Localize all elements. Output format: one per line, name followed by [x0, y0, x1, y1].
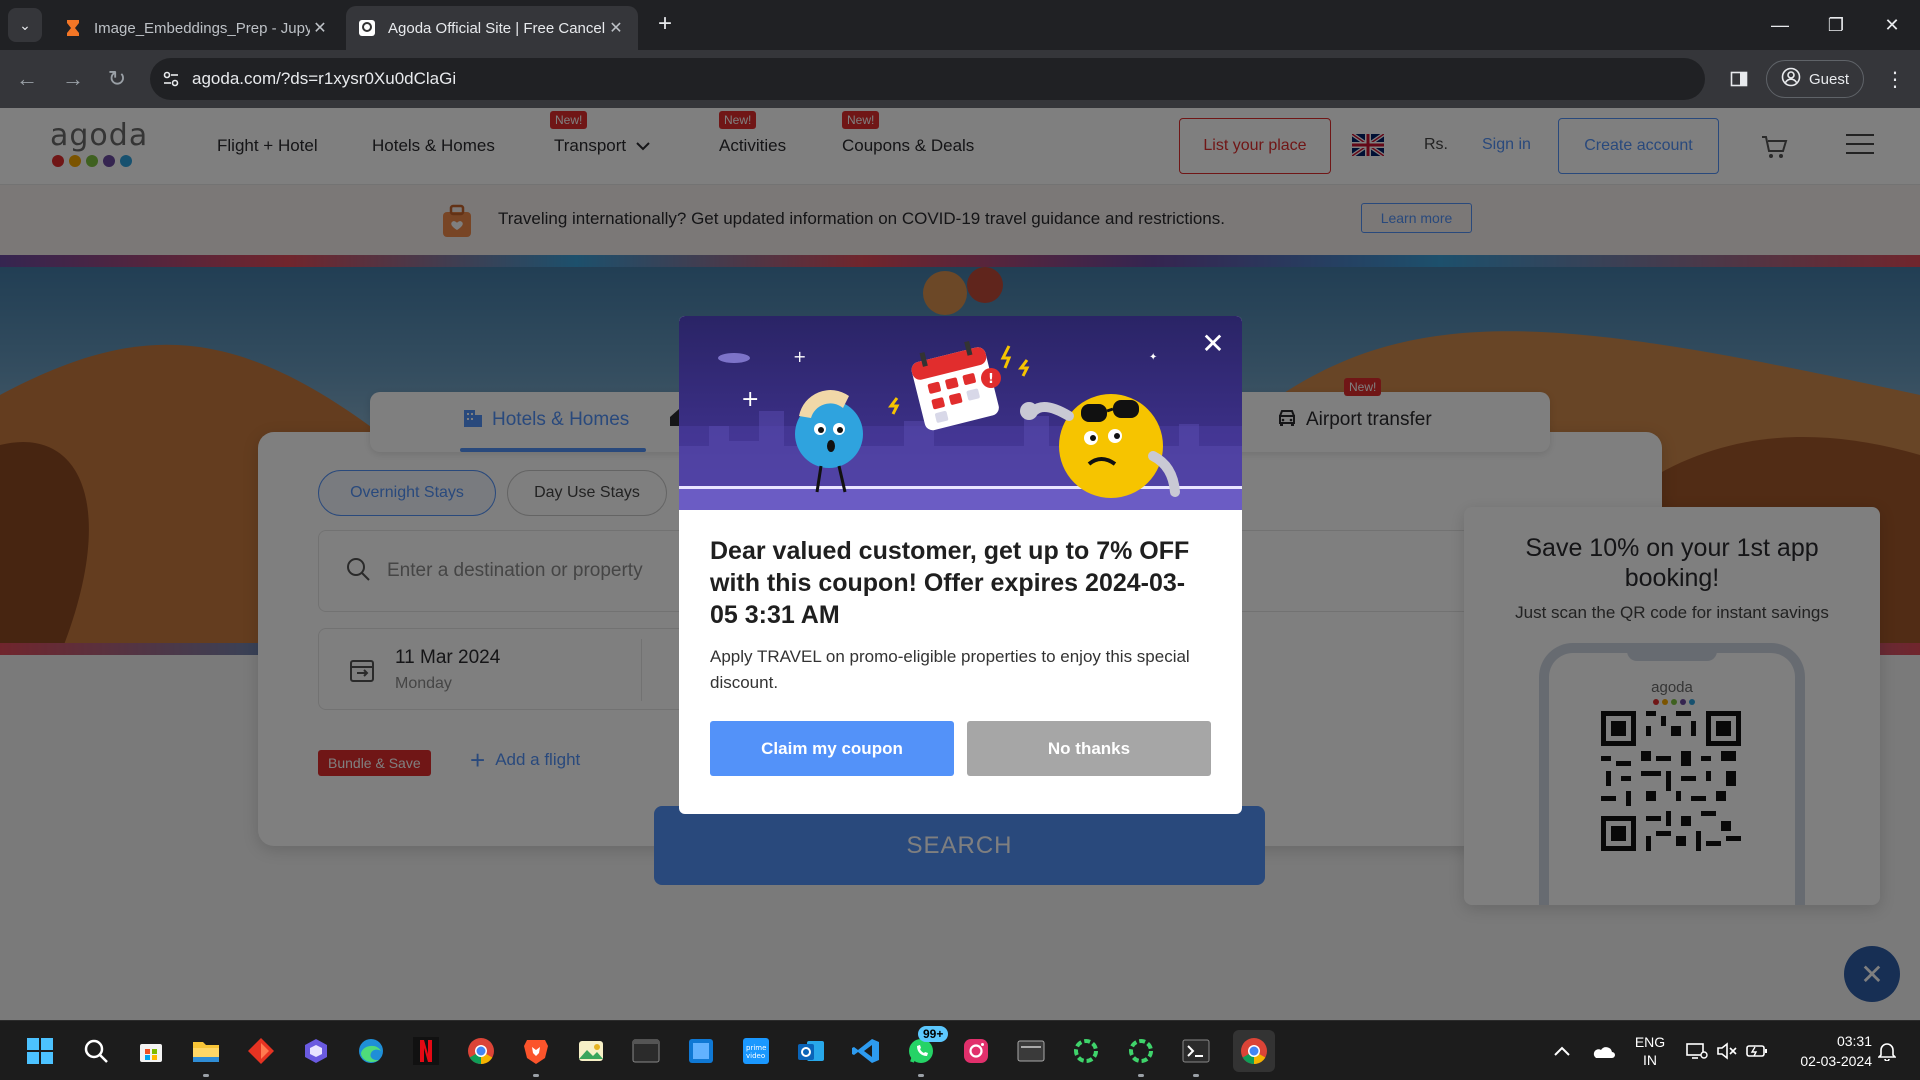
file-explorer-icon[interactable]	[188, 1033, 224, 1077]
edge-icon[interactable]	[353, 1033, 389, 1069]
back-icon[interactable]: ←	[12, 64, 42, 94]
language-indicator[interactable]: ENG IN	[1630, 1021, 1670, 1080]
instagram-icon[interactable]	[958, 1033, 994, 1069]
new-tab-button[interactable]: +	[650, 10, 680, 40]
brave-icon[interactable]	[518, 1033, 554, 1077]
window-icon[interactable]	[1013, 1033, 1049, 1069]
reload-icon[interactable]: ↻	[102, 64, 132, 94]
terminal-icon[interactable]	[628, 1033, 664, 1069]
svg-text:+: +	[741, 387, 759, 412]
photos-icon[interactable]	[573, 1033, 609, 1069]
copilot-icon[interactable]	[298, 1033, 334, 1069]
red-app-icon[interactable]	[243, 1033, 279, 1069]
close-tab-icon[interactable]: ✕	[606, 18, 626, 38]
lang-bottom: IN	[1643, 1052, 1657, 1068]
search-icon[interactable]	[78, 1033, 114, 1069]
address-bar[interactable]: agoda.com/?ds=r1xysr0Xu0dClaGi	[150, 58, 1705, 100]
svg-text:video: video	[746, 1052, 765, 1060]
minimize-icon[interactable]: —	[1752, 0, 1808, 50]
onedrive-icon[interactable]	[1586, 1021, 1620, 1080]
notification-bell-icon[interactable]	[1874, 1021, 1900, 1080]
windows-start-icon[interactable]	[22, 1033, 58, 1069]
hourglass-icon	[64, 19, 82, 37]
coupon-headline: Dear valued customer, get up to 7% OFF w…	[710, 537, 1190, 629]
clock-time: 03:31	[1836, 1033, 1872, 1049]
chrome-icon[interactable]	[463, 1033, 499, 1069]
close-tab-icon[interactable]: ✕	[310, 18, 330, 38]
system-clock[interactable]: 03:31 02-03-2024	[1782, 1031, 1872, 1071]
prime-video-icon[interactable]: prime video	[738, 1033, 774, 1069]
close-modal-icon[interactable]: ✕	[1196, 328, 1230, 362]
site-info-icon[interactable]	[150, 58, 192, 100]
coupon-body-text: Apply TRAVEL on promo-eligible propertie…	[710, 647, 1190, 692]
clock-date: 02-03-2024	[1800, 1053, 1872, 1069]
no-thanks-button[interactable]: No thanks	[967, 721, 1211, 776]
svg-text:!: !	[988, 372, 994, 387]
agoda-favicon	[358, 19, 376, 37]
svg-text:prime: prime	[746, 1044, 766, 1052]
powershell-icon[interactable]	[1178, 1033, 1214, 1077]
claim-coupon-button[interactable]: Claim my coupon	[710, 721, 954, 776]
browser-tab-bar: ⌄ Image_Embeddings_Prep - Jupyter ✕ Agod…	[0, 0, 1920, 50]
browser-menu-icon[interactable]: ⋮	[1880, 60, 1910, 98]
tab-title: Agoda Official Site | Free Cancellation	[388, 19, 606, 37]
tab-title: Image_Embeddings_Prep - Jupyter	[94, 19, 310, 37]
lang-top: ENG	[1634, 1034, 1666, 1050]
svg-text:✦: ✦	[1149, 352, 1157, 363]
whatsapp-unread-badge: 99+	[918, 1026, 949, 1042]
volume-muted-icon[interactable]	[1714, 1021, 1740, 1080]
netflix-icon[interactable]	[408, 1033, 444, 1069]
profile-icon	[1781, 67, 1801, 91]
profile-label: Guest	[1808, 70, 1850, 88]
coupon-modal: + + ✦ ! ✕ Dear valued customer, get up t…	[679, 316, 1242, 814]
azure-icon[interactable]	[683, 1033, 719, 1069]
network-icon[interactable]	[1684, 1021, 1710, 1080]
close-window-icon[interactable]: ✕	[1864, 0, 1920, 50]
coupon-illustration: + + ✦ ! ✕	[679, 316, 1242, 510]
chrome-active-icon[interactable]	[1233, 1030, 1275, 1072]
outlook-icon[interactable]	[793, 1033, 829, 1069]
profile-button[interactable]: Guest	[1766, 60, 1864, 98]
svg-text:+: +	[793, 347, 806, 366]
url-text: agoda.com/?ds=r1xysr0Xu0dClaGi	[192, 69, 457, 88]
side-panel-icon[interactable]	[1724, 60, 1754, 98]
forward-icon[interactable]: →	[58, 64, 88, 94]
tab-search-button[interactable]: ⌄	[8, 8, 42, 42]
browser-toolbar: ← → ↻ agoda.com/?ds=r1xysr0Xu0dClaGi Gue…	[0, 50, 1920, 108]
tab-jupyter[interactable]: Image_Embeddings_Prep - Jupyter ✕	[52, 6, 342, 50]
store-icon[interactable]	[133, 1033, 169, 1069]
restore-icon[interactable]: ❐	[1808, 0, 1864, 50]
windows-taskbar: prime video ENG IN 03:31 02-03-2024	[0, 1020, 1920, 1080]
tray-overflow-icon[interactable]	[1548, 1021, 1576, 1080]
vscode-icon[interactable]	[848, 1033, 884, 1069]
spinner-icon-2[interactable]	[1123, 1033, 1159, 1077]
battery-icon[interactable]	[1744, 1021, 1770, 1080]
spinner-icon[interactable]	[1068, 1033, 1104, 1069]
tab-agoda[interactable]: Agoda Official Site | Free Cancellation …	[346, 6, 638, 50]
